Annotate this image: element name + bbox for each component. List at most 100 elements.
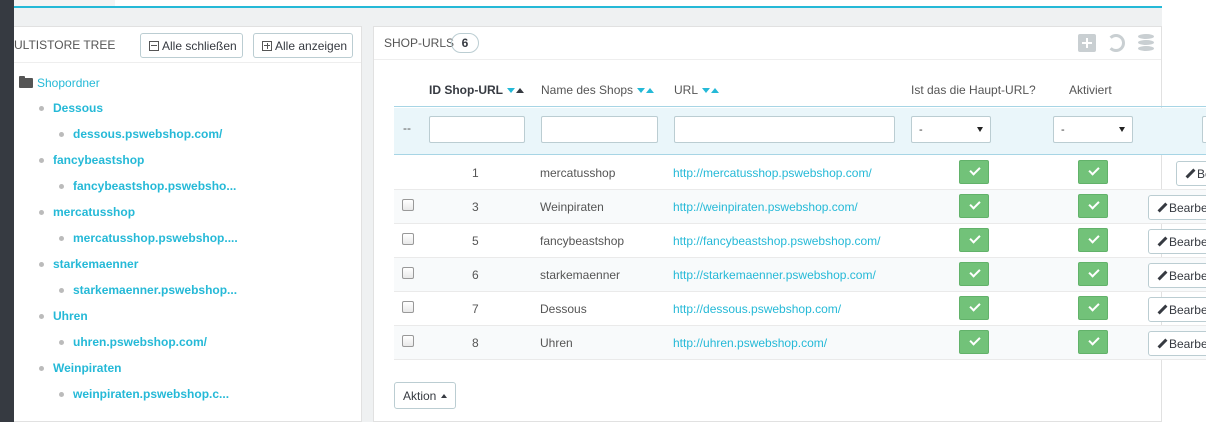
table-row[interactable]: 5 fancybeastshop http://fancybeastshop.p…	[394, 224, 1206, 258]
filter-submit-button[interactable]	[1202, 116, 1206, 143]
col-url-header[interactable]: URL	[674, 83, 720, 97]
tree-url-starkemaenner[interactable]: starkemaenner.pswebshop...	[59, 283, 237, 297]
tree-url-label: dessous.pswebshop.com/	[73, 127, 223, 141]
edit-button[interactable]: Bearbeiten	[1148, 229, 1206, 254]
tree-panel-title: ULTISTORE TREE	[14, 38, 116, 52]
add-icon[interactable]	[1078, 34, 1096, 52]
collapse-all-button[interactable]: Alle schließen	[140, 33, 243, 58]
col-id-label: ID Shop-URL	[429, 83, 503, 97]
tree-root[interactable]: Shopordner	[19, 76, 100, 90]
col-main-url-label: Ist das die Haupt-URL?	[911, 83, 1036, 97]
edit-button[interactable]: Bearbeiten	[1148, 297, 1206, 322]
cell-url-link[interactable]: http://uhren.pswebshop.com/	[673, 336, 827, 350]
col-name-header[interactable]: Name des Shops	[541, 83, 655, 97]
sort-icon[interactable]	[637, 87, 655, 93]
tree-shop-dessous[interactable]: Dessous	[39, 101, 103, 115]
active-check-icon[interactable]	[1078, 296, 1108, 320]
tree-url-mercatusshop[interactable]: mercatusshop.pswebshop....	[59, 231, 238, 245]
cell-name: starkemaenner	[540, 268, 621, 282]
tree-shop-uhren[interactable]: Uhren	[39, 309, 88, 323]
row-checkbox[interactable]	[402, 233, 414, 245]
tree-shop-mercatusshop[interactable]: mercatusshop	[39, 205, 135, 219]
top-tab-edge	[14, 0, 115, 8]
main-url-check-icon[interactable]	[959, 330, 989, 354]
tree-url-uhren[interactable]: uhren.pswebshop.com/	[59, 335, 207, 349]
cell-url-link[interactable]: http://mercatusshop.pswebshop.com/	[673, 166, 872, 180]
table-row[interactable]: 6 starkemaenner http://starkemaenner.psw…	[394, 258, 1206, 292]
filter-name-input[interactable]	[541, 116, 658, 143]
tree-url-fancybeastshop[interactable]: fancybeastshop.pswebsho...	[59, 179, 236, 193]
filter-active-select[interactable]: -	[1053, 116, 1133, 143]
folder-open-icon	[19, 76, 33, 88]
col-name-label: Name des Shops	[541, 83, 634, 97]
caret-up-icon	[441, 393, 448, 398]
sort-icon[interactable]	[507, 87, 524, 93]
edit-button[interactable]: Bearbeiten	[1176, 161, 1206, 186]
row-checkbox[interactable]	[402, 335, 414, 347]
refresh-icon[interactable]	[1107, 34, 1125, 52]
bulk-action-button[interactable]: Aktion	[394, 382, 457, 409]
main-url-check-icon[interactable]	[959, 296, 989, 320]
table-row[interactable]: 7 Dessous http://dessous.pswebshop.com/ …	[394, 292, 1206, 326]
active-check-icon[interactable]	[1078, 330, 1108, 354]
shop-urls-header: SHOP-URLS 6	[374, 27, 1161, 60]
edit-button[interactable]: Bearbeiten	[1148, 331, 1206, 356]
tree-shop-starkemaenner[interactable]: starkemaenner	[39, 257, 138, 271]
filter-main-url-select[interactable]: -	[911, 116, 991, 143]
tree-shop-weinpiraten[interactable]: Weinpiraten	[39, 361, 121, 375]
cell-name: Weinpiraten	[540, 200, 604, 214]
edit-label: Bearbeiten	[1168, 234, 1206, 249]
cell-url-link[interactable]: http://starkemaenner.pswebshop.com/	[673, 268, 876, 282]
main-url-check-icon[interactable]	[959, 262, 989, 286]
col-main-url-header: Ist das die Haupt-URL?	[911, 83, 1036, 97]
tree-shop-label: Dessous	[53, 101, 104, 115]
expand-icon	[262, 40, 272, 51]
main-url-check-icon[interactable]	[959, 194, 989, 218]
active-check-icon[interactable]	[1078, 194, 1108, 218]
tree-url-label: fancybeastshop.pswebsho...	[73, 179, 237, 193]
table-row[interactable]: 8 Uhren http://uhren.pswebshop.com/ Bear…	[394, 326, 1206, 360]
pencil-icon	[1157, 203, 1165, 213]
active-check-icon[interactable]	[1078, 262, 1108, 286]
filter-url-input[interactable]	[674, 116, 895, 143]
tree-shop-fancybeastshop[interactable]: fancybeastshop	[39, 153, 144, 167]
row-checkbox[interactable]	[402, 301, 414, 313]
bullet-icon	[39, 313, 44, 319]
sort-icon[interactable]	[702, 87, 720, 93]
tree-shop-label: Uhren	[53, 309, 88, 323]
cell-id: 8	[472, 336, 479, 350]
expand-all-button[interactable]: Alle anzeigen	[253, 33, 354, 58]
filter-id-input[interactable]	[429, 116, 525, 143]
main-url-check-icon[interactable]	[959, 160, 989, 184]
row-checkbox[interactable]	[402, 267, 414, 279]
cell-id: 6	[472, 268, 479, 282]
edit-label: Bearbeiten	[1168, 268, 1206, 283]
database-icon[interactable]	[1138, 34, 1156, 52]
active-check-icon[interactable]	[1078, 160, 1108, 184]
col-id-header[interactable]: ID Shop-URL	[429, 83, 524, 97]
table-row[interactable]: 3 Weinpiraten http://weinpiraten.pswebsh…	[394, 190, 1206, 224]
col-url-label: URL	[674, 83, 699, 97]
tree-url-dessous[interactable]: dessous.pswebshop.com/	[59, 127, 222, 141]
edit-label: Bearbeiten	[1168, 302, 1206, 317]
cell-url-link[interactable]: http://dessous.pswebshop.com/	[673, 302, 841, 316]
pencil-icon	[1157, 305, 1165, 315]
tree-url-label: uhren.pswebshop.com/	[73, 335, 208, 349]
row-checkbox[interactable]	[402, 199, 414, 211]
cell-url-link[interactable]: http://weinpiraten.pswebshop.com/	[673, 200, 858, 214]
active-check-icon[interactable]	[1078, 228, 1108, 252]
tree-url-weinpiraten[interactable]: weinpiraten.pswebshop.c...	[59, 387, 229, 401]
bullet-icon	[59, 235, 64, 241]
main-url-check-icon[interactable]	[959, 228, 989, 252]
top-panel-edge	[14, 0, 1162, 8]
bullet-icon	[59, 131, 64, 137]
cell-url-link[interactable]: http://fancybeastshop.pswebshop.com/	[673, 234, 880, 248]
count-badge: 6	[451, 33, 479, 53]
caret-down-icon	[1119, 127, 1125, 132]
pencil-icon	[1157, 339, 1165, 349]
edit-button[interactable]: Bearbeiten	[1148, 263, 1206, 288]
edit-button[interactable]: Bearbeiten	[1148, 195, 1206, 220]
tree-panel-header: ULTISTORE TREE Alle schließen Alle anzei…	[14, 27, 361, 63]
collapse-all-label: Alle schließen	[162, 38, 237, 53]
table-row[interactable]: 1 mercatusshop http://mercatusshop.psweb…	[394, 156, 1206, 190]
